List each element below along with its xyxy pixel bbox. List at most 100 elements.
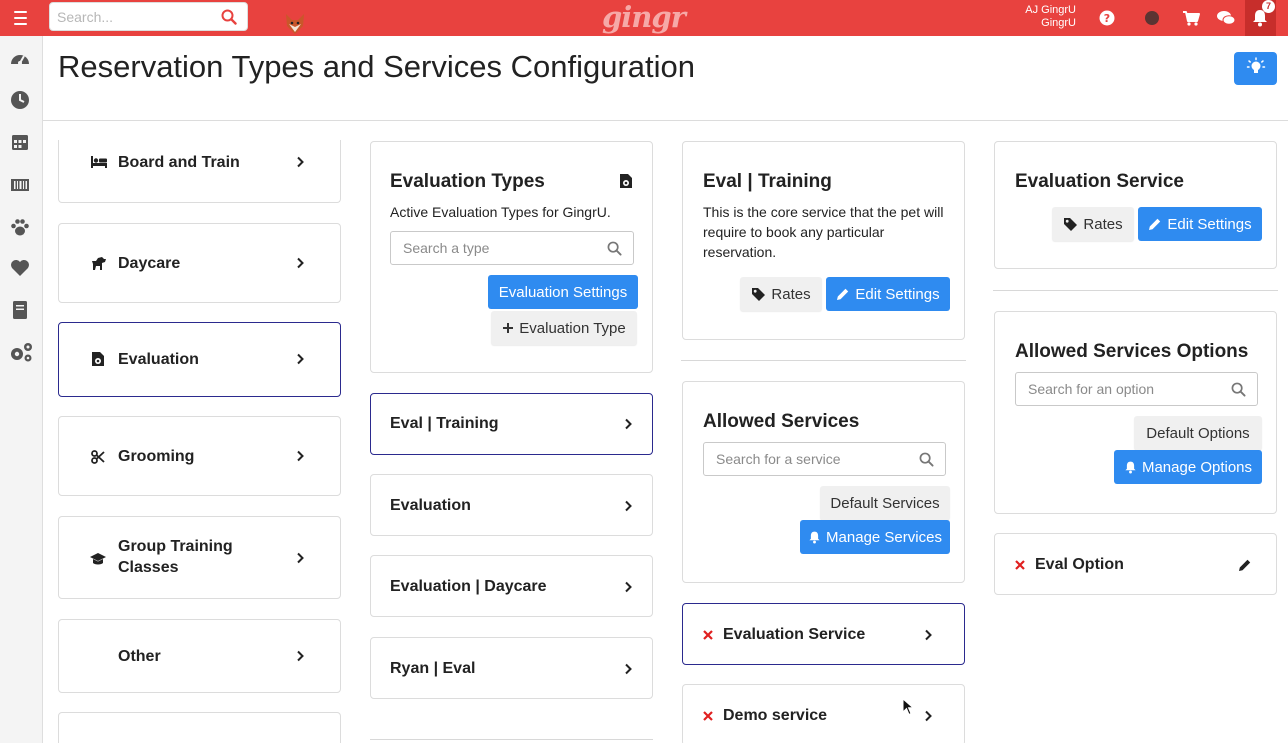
allowed-options-panel: Allowed Services Options Default Options… (994, 311, 1277, 514)
lightbulb-icon (1246, 57, 1265, 73)
eval-training-description: This is the core service that the pet wi… (703, 204, 944, 260)
edit-settings-button[interactable]: Edit Settings (1138, 207, 1262, 241)
pencil-icon[interactable] (1238, 558, 1252, 572)
evaluation-types-panel: Evaluation Types Active Evaluation Types… (370, 141, 653, 373)
column-divider (993, 290, 1278, 291)
tag-icon (752, 287, 766, 301)
reservation-type-daycare[interactable]: Daycare (58, 223, 341, 303)
evaluation-type-label: Eval | Training (390, 415, 499, 432)
bed-icon (91, 156, 107, 168)
notifications[interactable]: 7 (1245, 0, 1276, 36)
evaluation-type-label: Ryan | Eval (390, 660, 476, 677)
evaluation-icon (620, 174, 632, 188)
search-icon (1231, 382, 1246, 397)
edit-settings-button[interactable]: Edit Settings (826, 277, 950, 311)
reservation-type-board-and-train[interactable]: Board and Train (58, 140, 341, 203)
default-options-button[interactable]: Default Options (1134, 416, 1262, 450)
global-search-input[interactable] (50, 3, 210, 30)
option-search-input[interactable] (1016, 373, 1221, 405)
reservation-type-label: Grooming (118, 448, 195, 465)
plus-icon (503, 323, 514, 333)
chevron-right-icon (297, 552, 304, 564)
rates-button[interactable]: Rates (740, 277, 822, 311)
add-evaluation-type-label: Evaluation Type (519, 319, 626, 337)
type-search-input[interactable] (391, 232, 597, 264)
reservation-type-grooming[interactable]: Grooming (58, 416, 341, 496)
evaluation-service-panel: Evaluation Service Rates Edit Settings (994, 141, 1277, 269)
reservation-type-label: Board and Train (118, 154, 240, 171)
rates-label: Rates (1083, 215, 1123, 233)
rates-button[interactable]: Rates (1052, 207, 1134, 241)
allowed-service-item[interactable]: Evaluation Service (682, 603, 965, 665)
reservation-type-label: Group Training Classes (118, 538, 233, 576)
chevron-right-icon (297, 257, 304, 269)
cart-icon[interactable] (1181, 8, 1201, 28)
chevron-right-icon (297, 650, 304, 662)
search-icon (607, 241, 622, 256)
chevron-right-icon (625, 663, 632, 675)
chevron-right-icon (625, 418, 632, 430)
help-icon[interactable]: ? (1097, 8, 1117, 28)
tips-button[interactable] (1234, 52, 1277, 85)
evaluation-type-item[interactable]: Ryan | Eval (370, 637, 653, 699)
evaluation-type-item[interactable]: Eval | Training (370, 393, 653, 455)
header-divider (43, 120, 1288, 121)
default-services-button[interactable]: Default Services (820, 486, 950, 520)
type-search (390, 231, 634, 265)
manage-services-button[interactable]: Manage Services (800, 520, 950, 554)
mouse-cursor-icon (902, 698, 914, 716)
evaluation-types-subtitle: Active Evaluation Types for GingrU. (390, 204, 611, 220)
reservation-type-group-training-classes[interactable]: Group Training Classes (58, 516, 341, 599)
bell-icon (1125, 461, 1136, 474)
add-evaluation-type-button[interactable]: Evaluation Type (491, 311, 637, 345)
chevron-right-icon (925, 710, 932, 722)
remove-icon[interactable] (703, 711, 713, 721)
gears-icon[interactable] (8, 341, 34, 363)
allowed-service-item[interactable]: Demo service (682, 684, 965, 743)
menu-icon[interactable] (8, 6, 34, 30)
column-divider (681, 360, 966, 361)
status-icon[interactable] (1142, 8, 1162, 28)
page-title: Reservation Types and Services Configura… (58, 49, 695, 84)
remove-icon[interactable] (1015, 560, 1025, 570)
book-icon[interactable] (9, 299, 31, 321)
heart-icon[interactable] (9, 257, 31, 279)
reservation-type-other[interactable]: Other (58, 619, 341, 693)
evaluation-settings-button[interactable]: Evaluation Settings (488, 275, 638, 309)
paw-icon[interactable] (9, 216, 31, 238)
column-divider (370, 739, 653, 740)
evaluation-type-item[interactable]: Evaluation (370, 474, 653, 536)
top-bar: gingr AJ GingrU GingrU ? 7 (0, 0, 1288, 36)
search-icon[interactable] (221, 9, 237, 25)
clock-icon[interactable] (9, 89, 31, 111)
allowed-option-label: Eval Option (1035, 556, 1124, 573)
calendar-icon[interactable] (9, 131, 31, 153)
gingr-logo: gingr (602, 0, 686, 34)
evaluation-types-title: Evaluation Types (390, 171, 545, 192)
svg-text:?: ? (1104, 12, 1110, 25)
reservation-type-label: Daycare (118, 255, 181, 272)
manage-services-label: Manage Services (826, 528, 942, 546)
rates-label: Rates (771, 285, 811, 303)
service-search-input[interactable] (704, 443, 909, 475)
manage-options-button[interactable]: Manage Options (1114, 450, 1262, 484)
user-name[interactable]: AJ GingrU GingrU (1010, 4, 1076, 30)
service-search (703, 442, 946, 476)
user-name-line: AJ GingrU (1025, 4, 1076, 16)
dashboard-icon[interactable] (9, 48, 31, 70)
evaluation-type-label: Evaluation | Daycare (390, 578, 547, 595)
pencil-icon (1149, 218, 1161, 230)
chevron-right-icon (297, 156, 304, 168)
global-search (49, 2, 248, 31)
sidebar (0, 36, 43, 743)
option-search (1015, 372, 1258, 406)
allowed-options-title: Allowed Services Options (1015, 341, 1249, 362)
reservation-type-partial-card[interactable] (58, 712, 341, 743)
chat-icon[interactable] (1216, 8, 1236, 28)
remove-icon[interactable] (703, 630, 713, 640)
chevron-right-icon (625, 581, 632, 593)
reservation-type-evaluation[interactable]: Evaluation (58, 322, 341, 397)
barcode-icon[interactable] (9, 174, 31, 196)
evaluation-type-item[interactable]: Evaluation | Daycare (370, 555, 653, 617)
dog-icon (92, 257, 106, 270)
